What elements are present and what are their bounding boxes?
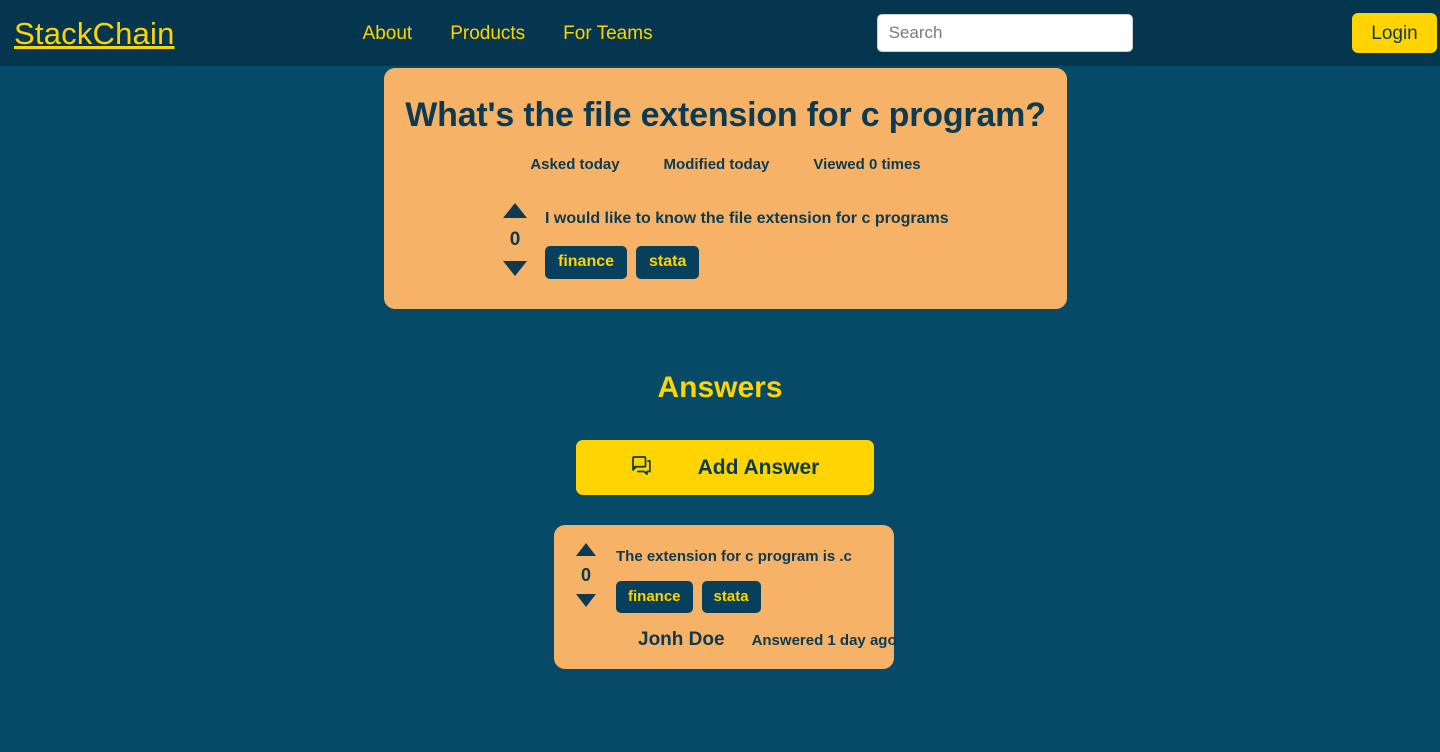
nav-item-about[interactable]: About [363, 24, 413, 43]
question-vote-column: 0 [503, 203, 527, 277]
main-nav: About Products For Teams [363, 24, 653, 43]
answer-vote-count: 0 [580, 565, 591, 585]
answer-upvote-icon[interactable] [576, 543, 596, 556]
answer-downvote-icon[interactable] [576, 594, 596, 607]
question-body-text: I would like to know the file extension … [545, 210, 949, 228]
search-input[interactable] [876, 14, 1133, 52]
question-asked-date: Asked today [530, 156, 620, 174]
top-navigation-bar: StackChain About Products For Teams Logi… [0, 0, 1440, 66]
answer-tag-stata[interactable]: stata [701, 581, 761, 613]
login-button[interactable]: Login [1352, 13, 1437, 53]
nav-item-for-teams[interactable]: For Teams [563, 24, 652, 43]
answer-card: 0 The extension for c program is .c fina… [554, 525, 897, 669]
question-meta-row: Asked today Modified today Viewed 0 time… [402, 156, 1049, 173]
answers-heading: Answers [657, 371, 783, 404]
question-tag-finance[interactable]: finance [545, 246, 628, 280]
add-answer-label: Add Answer [697, 456, 820, 479]
question-upvote-icon[interactable] [503, 203, 527, 219]
question-downvote-icon[interactable] [503, 261, 527, 277]
question-tag-stata[interactable]: stata [636, 246, 700, 280]
answer-content: The extension for c program is .c financ… [616, 543, 852, 613]
answer-tag-finance[interactable]: finance [616, 581, 693, 613]
answer-author-row: Jonh Doe Answered 1 day ago [638, 629, 897, 650]
brand-logo[interactable]: StackChain [14, 18, 175, 49]
question-content: I would like to know the file extension … [545, 203, 949, 280]
answer-tag-list: finance stata [616, 581, 852, 613]
question-body-row: 0 I would like to know the file extensio… [503, 203, 1049, 280]
nav-item-products[interactable]: Products [450, 24, 525, 43]
answer-body-row: 0 The extension for c program is .c fina… [576, 543, 878, 613]
question-view-count: Viewed 0 times [813, 156, 921, 174]
question-title: What's the file extension for c program? [405, 96, 1046, 134]
answer-body-text: The extension for c program is .c [616, 548, 852, 565]
answer-author-name: Jonh Doe [638, 629, 725, 650]
answer-timestamp: Answered 1 day ago [751, 632, 897, 649]
question-vote-count: 0 [509, 229, 521, 251]
add-answer-button[interactable]: Add Answer [576, 440, 874, 495]
question-card: What's the file extension for c program?… [384, 68, 1067, 309]
search-container [876, 14, 1133, 52]
chat-bubbles-icon [631, 455, 653, 480]
question-modified-date: Modified today [663, 156, 770, 174]
answer-vote-column: 0 [576, 543, 596, 607]
question-tag-list: finance stata [545, 246, 949, 280]
